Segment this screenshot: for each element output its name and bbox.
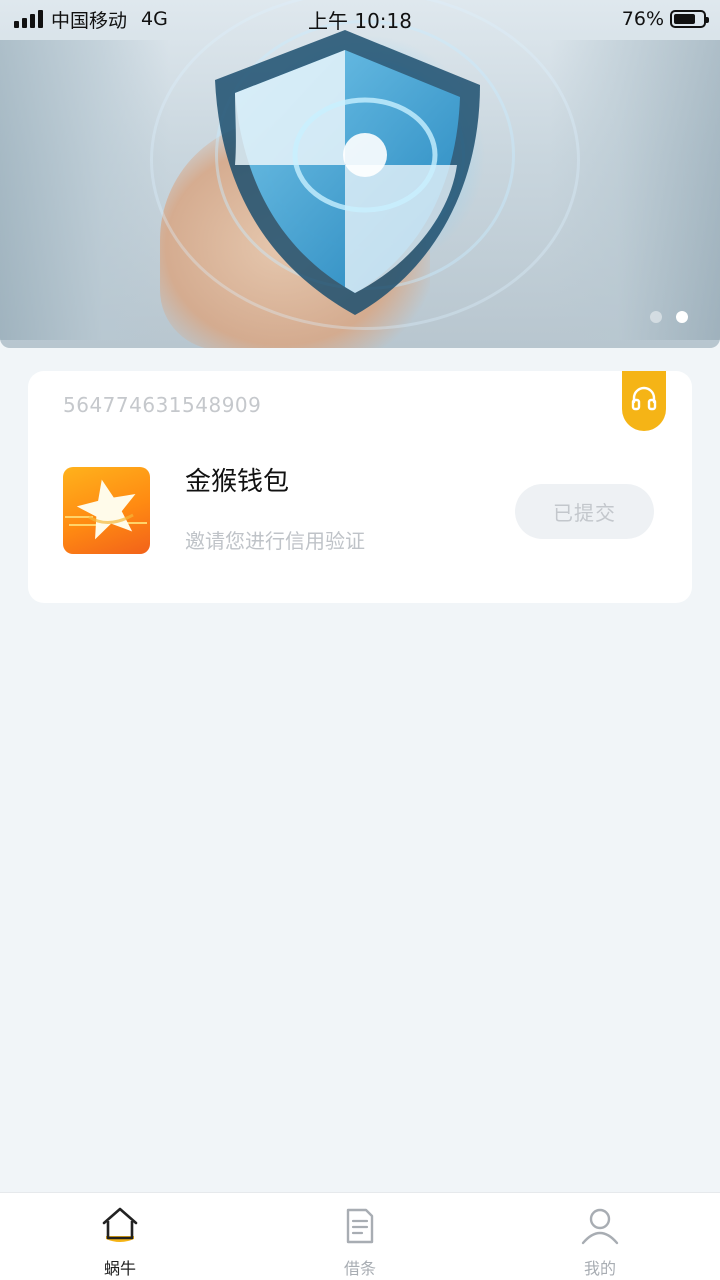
bottom-tab-bar: 蜗牛 借条 我的 [0,1192,720,1280]
tab-label: 我的 [583,1259,616,1278]
banner-pager [650,311,688,323]
app-name: 金猴钱包 [185,467,290,497]
app-description: 邀请您进行信用验证 [185,529,365,553]
headset-icon [629,384,659,418]
customer-service-button[interactable] [622,371,666,431]
status-time: 上午 10:18 [308,8,412,33]
battery-icon [670,10,709,28]
tab-profile[interactable]: 我的 [480,1193,720,1280]
pager-dot-active [676,311,688,323]
star-logo-icon [63,467,150,554]
home-icon [100,1205,140,1247]
banner-background-left [0,40,170,340]
user-icon [580,1205,620,1247]
shield-icon [195,25,495,325]
submitted-button[interactable]: 已提交 [515,484,654,539]
banner-carousel[interactable] [0,0,720,348]
status-bar: 中国移动 4G 上午 10:18 76% [0,0,720,38]
tab-home[interactable]: 蜗牛 [0,1193,240,1280]
document-icon [340,1205,380,1247]
pager-dot [650,311,662,323]
tab-label: 借条 [343,1259,376,1278]
tab-label: 蜗牛 [103,1259,136,1278]
tab-iou[interactable]: 借条 [240,1193,480,1280]
order-number: 564774631548909 [63,393,262,417]
loan-card[interactable]: 564774631548909 金猴钱包 邀请您进行信用验证 已提交 [28,371,692,603]
